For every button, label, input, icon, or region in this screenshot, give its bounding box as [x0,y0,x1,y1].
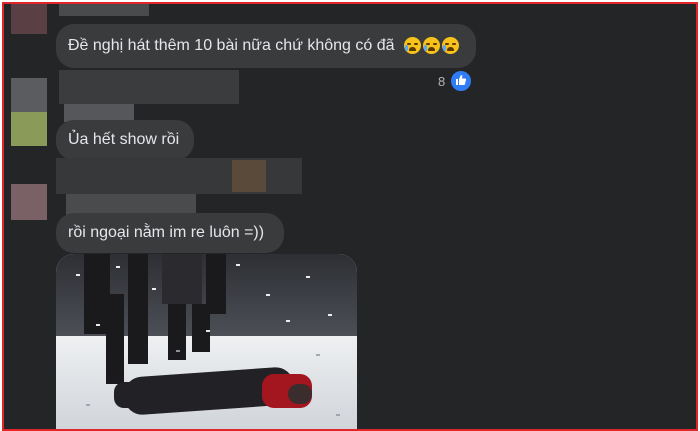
comment-bubble: Đề nghị hát thêm 10 bài nữa chứ không có… [56,24,476,68]
loudly-crying-face-icon [404,37,421,54]
emoji-group [402,37,459,57]
comment-text: rồi ngoại nằm im re luôn =)) [68,224,265,241]
avatar[interactable] [11,184,47,220]
reaction-count[interactable]: 8 [438,74,445,89]
avatar[interactable] [11,78,47,112]
blur-block [232,160,266,192]
loudly-crying-face-icon [442,37,459,54]
comment-bubble: Ủa hết show rồi [56,120,194,160]
avatar[interactable] [11,112,47,146]
loudly-crying-face-icon [423,37,440,54]
like-icon[interactable] [450,70,472,92]
comment-bubble: rồi ngoại nằm im re luôn =)) [56,213,284,253]
commenter-name-blurred[interactable] [59,70,239,104]
comment-text: Đề nghị hát thêm 10 bài nữa chứ không có… [68,37,395,54]
commenter-name-blurred[interactable] [59,4,149,16]
concert-stage-photo[interactable] [56,254,357,429]
comments-panel: Đề nghị hát thêm 10 bài nữa chứ không có… [2,2,698,431]
avatar[interactable] [11,4,47,34]
comment-text: Ủa hết show rồi [68,131,180,148]
